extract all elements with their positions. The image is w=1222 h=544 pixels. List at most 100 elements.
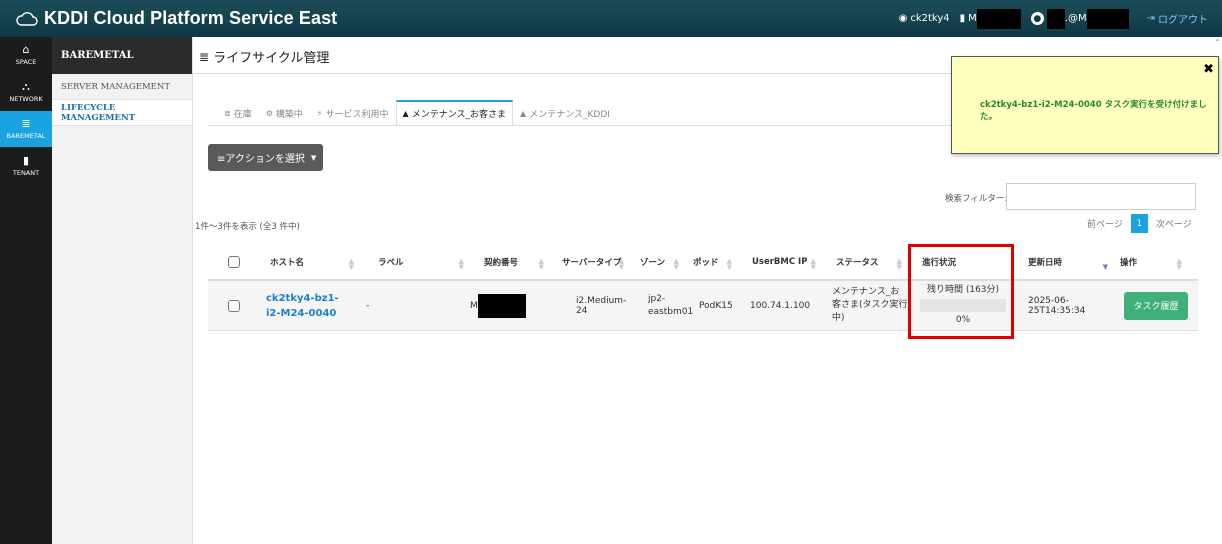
column-label: 操作 — [1120, 257, 1138, 268]
column-bmc-ip[interactable]: UserBMC IP ▲ ▼ — [738, 244, 822, 279]
sort-icon: ▲ ▼ — [896, 257, 902, 271]
tab-label: メンテナンス_お客さま — [411, 110, 507, 120]
select-all-checkbox[interactable] — [228, 255, 240, 268]
redacted-block — [1086, 8, 1129, 29]
column-label: 契約番号 — [484, 257, 519, 268]
nav-network[interactable]: ⛬ NETWORK — [0, 74, 52, 110]
nav-tenant[interactable]: ▮ TENANT — [0, 148, 52, 184]
next-page-link[interactable]: 次ページ — [1156, 217, 1192, 230]
prev-page-link[interactable]: 前ページ — [1087, 217, 1123, 230]
brand-title: KDDI Cloud Platform Service East — [44, 8, 338, 28]
page-1-button[interactable]: 1 — [1130, 214, 1148, 233]
zone-cell: jp2-eastbm01 — [648, 293, 694, 317]
brand[interactable]: KDDI Cloud Platform Service East — [0, 8, 337, 29]
top-bar: KDDI Cloud Platform Service East ◉ ck2tk… — [0, 0, 1222, 37]
host-cell: ck2tky4-bz1-i2-M24-0040 — [248, 281, 360, 330]
column-label: UserBMC IP — [752, 256, 808, 267]
sub-nav: BAREMETAL SERVER MANAGEMENT LIFECYCLE MA… — [52, 37, 193, 544]
home-icon: ⌂ — [22, 43, 30, 56]
host-link[interactable]: ck2tky4-bz1-i2-M24-0040 — [266, 291, 350, 321]
nav-label: TENANT — [12, 169, 40, 177]
progress-highlight-annotation — [908, 244, 1014, 339]
close-icon[interactable]: ✖ — [1203, 62, 1214, 77]
column-label: ホスト名 — [270, 257, 305, 268]
list-icon: ≣ — [224, 108, 231, 118]
column-server-type[interactable]: サーバータイプ ▲ ▼ — [550, 244, 630, 279]
tab-in-service[interactable]: ⚡ サービス利用中 — [310, 100, 396, 126]
updated-cell: 2025-06-25T14:35:34 — [1028, 295, 1086, 316]
nav-label: SPACE — [15, 58, 37, 66]
nav-baremetal[interactable]: ≣ BAREMETAL — [0, 111, 52, 147]
column-label: 更新日時 — [1028, 257, 1063, 268]
logout-label: ログアウト — [1158, 15, 1208, 26]
notification-message: ck2tky4-bz1-i2-M24-0040 タスク実行を受け付けました。 — [980, 100, 1207, 122]
scroll-up-arrow-icon[interactable]: ⌃ — [1214, 38, 1221, 47]
network-icon: ⛬ — [22, 80, 30, 93]
caret-down-icon: ▼ — [310, 153, 317, 162]
column-actions[interactable]: 操作 ▲ ▼ — [1114, 244, 1188, 279]
column-label: サーバータイプ — [562, 257, 622, 268]
record-count: 1件～3件を表示 (全3 件中) — [195, 222, 300, 232]
row-checkbox[interactable] — [228, 299, 240, 312]
tab-label: メンテナンス_KDDI — [529, 109, 610, 120]
column-updated[interactable]: 更新日時 ▼ — [1018, 244, 1114, 279]
redacted-block — [477, 293, 526, 318]
table-header: ホスト名 ▲ ▼ ラベル ▲ ▼ 契約番号 ▲ ▼ サーバータイプ ▲ ▼ ゾーン ▲ ▼… — [208, 244, 1198, 281]
server-icon: ≣ — [199, 49, 210, 64]
table-row[interactable]: ck2tky4-bz1-i2-M24-0040 - M i2.Medium-24… — [208, 281, 1198, 331]
search-filter-input[interactable] — [1006, 183, 1196, 210]
sort-icon: ▲ ▼ — [810, 257, 816, 271]
globe-icon: ◉ — [898, 13, 908, 24]
search-filter-label: 検索フィルター: — [945, 194, 1008, 204]
select-action-button[interactable]: ≡アクションを選択 ▼ — [208, 144, 323, 171]
action-cell: タスク履歴 — [1114, 281, 1188, 330]
org-selector[interactable]: ▮ M — [960, 8, 1021, 29]
lifecycle-tabs: ≣ 在庫 ⚙ 構築中 ⚡ サービス利用中 ▲ メンテナンス_お客さま ▲ メンテ… — [217, 100, 617, 126]
column-pod[interactable]: ポッド ▲ ▼ — [685, 244, 738, 279]
org-name: M — [968, 13, 977, 24]
nav-space[interactable]: ⌂ SPACE — [0, 37, 52, 73]
icon-nav: ⌂ SPACE ⛬ NETWORK ≣ BAREMETAL ▮ TENANT — [0, 37, 52, 544]
status-cell: メンテナンス_お客さま(タスク実行中) — [832, 287, 908, 323]
logout-link[interactable]: ⇥ ログアウト — [1147, 11, 1208, 26]
column-host[interactable]: ホスト名 ▲ ▼ — [248, 244, 360, 279]
pod-cell: PodK15 — [699, 300, 733, 311]
pagination: 前ページ 1 次ページ — [1087, 214, 1192, 233]
column-label: ラベル — [378, 257, 404, 268]
tab-label: 構築中 — [275, 109, 303, 120]
column-contract[interactable]: 契約番号 ▲ ▼ — [470, 244, 550, 279]
tenant-name: ck2tky4 — [910, 13, 950, 24]
redacted-block — [1046, 8, 1065, 29]
user-menu[interactable]: ● .@M — [1030, 8, 1129, 29]
sort-icon: ▲ ▼ — [673, 257, 679, 271]
sort-icon: ▲ ▼ — [1176, 257, 1182, 271]
nav-label: BAREMETAL — [6, 132, 46, 140]
page-title: ≣ ライフサイクル管理 — [199, 47, 329, 67]
task-history-button[interactable]: タスク履歴 — [1124, 291, 1188, 320]
column-status[interactable]: ステータス ▲ ▼ — [822, 244, 908, 279]
select-all-cell — [208, 244, 248, 279]
column-label[interactable]: ラベル ▲ ▼ — [360, 244, 470, 279]
contract-value: M — [470, 300, 478, 311]
tab-building[interactable]: ⚙ 構築中 — [259, 100, 310, 126]
contract-cell: M — [470, 281, 550, 330]
tab-inventory[interactable]: ≣ 在庫 — [217, 100, 259, 126]
gear-icon: ⚙ — [265, 108, 273, 118]
tab-maintenance-kddi[interactable]: ▲ メンテナンス_KDDI — [513, 100, 617, 126]
subnav-title: BAREMETAL — [52, 37, 192, 74]
tab-maintenance-customer[interactable]: ▲ メンテナンス_お客さま — [395, 100, 514, 126]
subnav-item-server-management[interactable]: SERVER MANAGEMENT — [52, 74, 192, 100]
sort-icon: ▲ ▼ — [618, 257, 624, 271]
lifecycle-table: ホスト名 ▲ ▼ ラベル ▲ ▼ 契約番号 ▲ ▼ サーバータイプ ▲ ▼ ゾーン ▲ ▼… — [208, 244, 1198, 331]
user-area: ◉ ck2tky4 ▮ M ● .@M ⇥ ログアウト — [889, 0, 1208, 37]
column-zone[interactable]: ゾーン ▲ ▼ — [630, 244, 685, 279]
row-select-cell — [208, 281, 248, 330]
building-icon: ▮ — [22, 154, 30, 167]
notification-toast: ✖ ck2tky4-bz1-i2-M24-0040 タスク実行を受け付けました。 — [951, 56, 1219, 154]
tenant-selector[interactable]: ◉ ck2tky4 — [899, 13, 950, 24]
subnav-item-lifecycle-management[interactable]: LIFECYCLE MANAGEMENT — [52, 100, 192, 126]
redacted-block — [976, 8, 1021, 29]
nav-label: NETWORK — [9, 95, 43, 103]
sort-icon: ▲ ▼ — [458, 257, 464, 271]
cloud-icon — [16, 11, 38, 26]
